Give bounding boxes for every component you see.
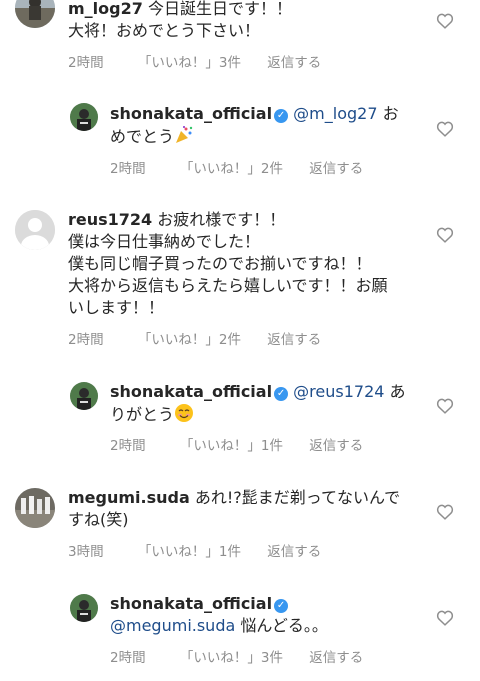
- mention-link[interactable]: @m_log27: [293, 104, 377, 123]
- avatar[interactable]: [70, 594, 98, 622]
- comment-body: あれ!?髭まだ剃ってないんで: [189, 488, 401, 507]
- likes-count[interactable]: 「いいね！」3件: [138, 51, 241, 71]
- reply-button[interactable]: 返信する: [267, 328, 321, 348]
- party-popper-icon: [174, 125, 194, 151]
- avatar[interactable]: [70, 382, 98, 410]
- likes-count[interactable]: 「いいね！」3件: [180, 646, 283, 666]
- mention-link[interactable]: @reus1724: [293, 382, 384, 401]
- comment-body: りがとう: [110, 405, 175, 424]
- likes-count[interactable]: 「いいね！」2件: [180, 157, 283, 177]
- username[interactable]: m_log27: [68, 0, 143, 18]
- timestamp: 2時間: [110, 650, 146, 666]
- timestamp: 2時間: [110, 161, 146, 177]
- username[interactable]: shonakata_official: [110, 594, 272, 613]
- reply-button[interactable]: 返信する: [309, 434, 363, 454]
- comment-text: reus1724 お疲れ様です！！ 僕は今日仕事納めでした！ 僕も同じ帽子買った…: [68, 209, 428, 319]
- heart-icon[interactable]: [436, 398, 454, 414]
- mention-link[interactable]: @megumi.suda: [110, 616, 235, 635]
- comment-meta: 2時間 「いいね！」2件 返信する: [68, 328, 321, 348]
- likes-count[interactable]: 「いいね！」1件: [180, 434, 283, 454]
- timestamp: 2時間: [68, 332, 104, 348]
- heart-icon[interactable]: [436, 504, 454, 520]
- heart-icon[interactable]: [436, 610, 454, 626]
- heart-icon[interactable]: [436, 13, 454, 29]
- comment-body: めでとう: [110, 127, 175, 146]
- timestamp: 2時間: [68, 55, 104, 71]
- timestamp: 2時間: [110, 438, 146, 454]
- comment-meta: 2時間 「いいね！」3件 返信する: [110, 646, 363, 666]
- avatar[interactable]: [15, 0, 55, 28]
- avatar-placeholder[interactable]: [15, 210, 55, 250]
- comment-body: お疲れ様です！！: [152, 210, 286, 229]
- comment-text: shonakata_official ✓ @reus1724 あ りがとう: [110, 381, 430, 429]
- comment-body: 僕も同じ帽子買ったのでお揃いですね！！: [68, 254, 372, 273]
- comment-meta: 2時間 「いいね！」3件 返信する: [68, 51, 321, 71]
- comment-body: いします！！: [68, 298, 165, 317]
- timestamp: 3時間: [68, 544, 104, 560]
- reply-button[interactable]: 返信する: [309, 646, 363, 666]
- verified-badge-icon: ✓: [274, 387, 289, 401]
- reply-button[interactable]: 返信する: [267, 540, 321, 560]
- verified-badge-icon: ✓: [274, 599, 289, 613]
- comment-body: 悩んどる。。: [235, 616, 328, 635]
- comment-text: shonakata_official ✓ @m_log27 お めでとう: [110, 103, 430, 151]
- comment-body: 僕は今日仕事納めでした！: [68, 232, 261, 251]
- username[interactable]: shonakata_official: [110, 382, 272, 401]
- verified-badge-icon: ✓: [274, 109, 289, 123]
- reply-button[interactable]: 返信する: [309, 157, 363, 177]
- heart-icon[interactable]: [436, 227, 454, 243]
- comment-text: shonakata_official ✓ @megumi.suda 悩んどる。。: [110, 593, 430, 637]
- username[interactable]: shonakata_official: [110, 104, 272, 123]
- reply-button[interactable]: 返信する: [267, 51, 321, 71]
- comment-body: 大将！おめでとう下さい！: [68, 21, 261, 40]
- avatar[interactable]: [70, 103, 98, 131]
- comment-body: 大将から返信もらえたら嬉しいです！！お願: [68, 276, 388, 295]
- comment-meta: 2時間 「いいね！」2件 返信する: [110, 157, 363, 177]
- comment-meta: 3時間 「いいね！」1件 返信する: [68, 540, 321, 560]
- comment-body: すね(笑): [68, 510, 129, 529]
- comment-text: m_log27 今日誕生日です！！ 大将！おめでとう下さい！: [68, 0, 408, 42]
- username[interactable]: megumi.suda: [68, 488, 190, 507]
- comment-body: 今日誕生日です！！: [142, 0, 292, 18]
- username[interactable]: reus1724: [68, 210, 152, 229]
- likes-count[interactable]: 「いいね！」2件: [138, 328, 241, 348]
- heart-icon[interactable]: [436, 121, 454, 137]
- comment-body: お: [377, 104, 399, 123]
- likes-count[interactable]: 「いいね！」1件: [138, 540, 241, 560]
- comment-text: megumi.suda あれ!?髭まだ剃ってないんで すね(笑): [68, 487, 428, 531]
- comment-body: あ: [384, 382, 406, 401]
- comment-meta: 2時間 「いいね！」1件 返信する: [110, 434, 363, 454]
- smiling-face-icon: [174, 403, 194, 429]
- avatar[interactable]: [15, 488, 55, 528]
